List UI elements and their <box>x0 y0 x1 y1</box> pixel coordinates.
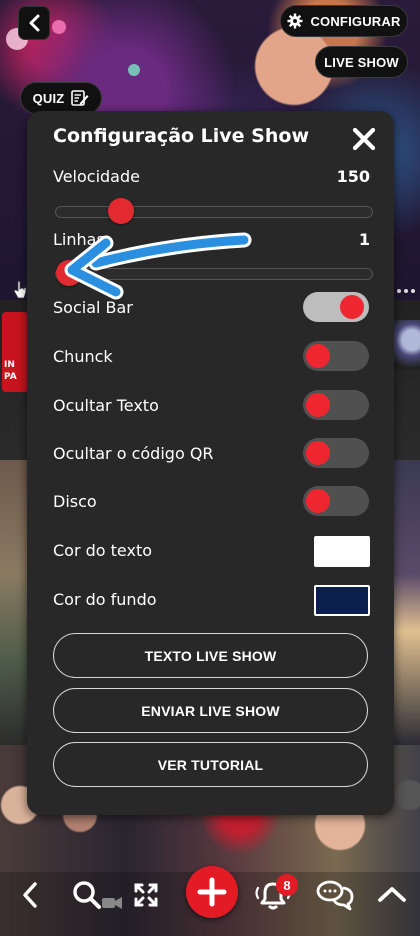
live-show-button[interactable]: LIVE SHOW <box>315 46 408 78</box>
view-tutorial-button[interactable]: VER TUTORIAL <box>53 742 368 787</box>
lines-label: Linhas <box>53 230 105 249</box>
toggle-label-hide-qr: Ocultar o código QR <box>53 444 214 463</box>
chat-bubbles-icon[interactable] <box>316 878 354 912</box>
speed-slider[interactable] <box>55 198 373 224</box>
text-color-swatch[interactable] <box>314 536 370 567</box>
toggle-knob <box>306 393 330 417</box>
hand-pointer-icon <box>13 280 27 299</box>
search-icon[interactable] <box>72 880 126 914</box>
configurar-label: CONFIGURAR <box>310 13 401 29</box>
live-show-settings-modal: Configuração Live Show Velocidade 150 Li… <box>27 111 394 815</box>
lines-value: 1 <box>358 230 370 249</box>
bg-color-label: Cor do fundo <box>53 590 157 609</box>
toggle-knob <box>306 489 330 513</box>
chevron-left-icon[interactable] <box>20 881 40 909</box>
lines-slider-thumb[interactable] <box>56 260 82 286</box>
tile-text: PA <box>4 372 17 382</box>
configurar-button[interactable]: CONFIGURAR <box>280 5 408 37</box>
live-show-label: LIVE SHOW <box>324 54 399 70</box>
edit-note-icon <box>71 90 89 106</box>
add-button[interactable] <box>186 866 238 918</box>
light-flare <box>52 20 66 34</box>
quiz-button[interactable]: QUIZ <box>20 82 102 114</box>
text-color-label: Cor do texto <box>53 541 153 560</box>
lines-slider[interactable] <box>55 260 373 286</box>
gear-icon <box>287 13 303 29</box>
tile-text: IN <box>4 360 15 370</box>
speed-slider-thumb[interactable] <box>108 198 135 224</box>
quiz-label: QUIZ <box>32 90 65 106</box>
toggle-knob <box>306 344 330 368</box>
right-tile <box>392 320 420 370</box>
more-dots-icon[interactable] <box>396 288 416 294</box>
right-photo <box>394 460 420 745</box>
left-tile: IN PA <box>2 312 28 392</box>
close-icon[interactable] <box>352 127 376 151</box>
plus-icon <box>197 877 227 907</box>
back-button[interactable] <box>18 6 50 40</box>
toggle-knob <box>340 295 364 319</box>
light-flare <box>128 64 140 76</box>
toggle-label-chunck: Chunck <box>53 347 113 366</box>
hide-text-toggle[interactable] <box>303 390 369 420</box>
hide-qr-toggle[interactable] <box>303 438 369 468</box>
chunck-toggle[interactable] <box>303 341 369 371</box>
toggle-label-disco: Disco <box>53 492 97 511</box>
bg-color-swatch[interactable] <box>314 585 370 616</box>
notification-badge: 8 <box>276 874 298 896</box>
modal-title: Configuração Live Show <box>53 125 309 147</box>
disco-toggle[interactable] <box>303 486 369 516</box>
toggle-label-social-bar: Social Bar <box>53 298 133 317</box>
chevron-left-icon <box>29 14 40 32</box>
chevron-up-icon[interactable] <box>376 884 408 904</box>
text-live-show-button[interactable]: TEXTO LIVE SHOW <box>53 633 368 678</box>
fullscreen-icon[interactable] <box>133 882 159 908</box>
toggle-knob <box>306 441 330 465</box>
speed-value: 150 <box>336 167 370 186</box>
toggle-label-hide-text: Ocultar Texto <box>53 396 159 415</box>
social-bar-toggle[interactable] <box>303 292 369 322</box>
left-photo <box>0 460 30 745</box>
send-live-show-button[interactable]: ENVIAR LIVE SHOW <box>53 688 368 733</box>
speed-label: Velocidade <box>53 167 140 186</box>
